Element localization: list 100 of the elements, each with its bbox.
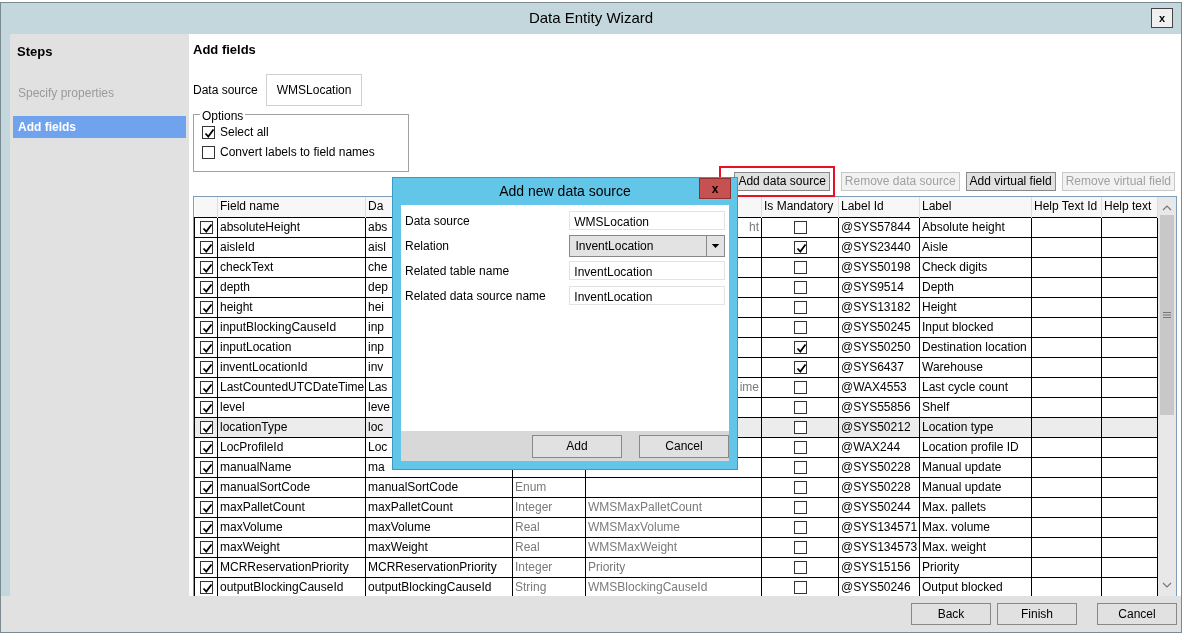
checkbox[interactable]: [793, 340, 807, 354]
checkbox[interactable]: [793, 580, 807, 594]
checkbox[interactable]: [793, 560, 807, 574]
toolbar-button[interactable]: Add virtual field: [965, 171, 1056, 191]
column-header[interactable]: Label: [919, 197, 1032, 217]
checkmark-icon: [201, 422, 213, 434]
table-cell: @SYS55856: [838, 397, 920, 417]
scrollbar[interactable]: [1158, 197, 1176, 596]
checkbox[interactable]: [793, 240, 807, 254]
relation-dropdown[interactable]: InventLocation: [569, 234, 725, 257]
table-cell: aisleId: [217, 237, 366, 257]
table-cell: WMSMaxPalletCount: [585, 497, 762, 517]
dialog-button[interactable]: Add: [532, 434, 622, 458]
scroll-thumb[interactable]: [1160, 215, 1174, 415]
steps-heading: Steps: [16, 43, 54, 61]
scroll-down-icon[interactable]: [1162, 580, 1172, 590]
close-button[interactable]: x: [1151, 8, 1173, 28]
checkbox[interactable]: [793, 380, 807, 394]
checkbox-label: Select all: [220, 124, 269, 141]
data-source-field[interactable]: WMSLocation: [265, 74, 363, 106]
table-cell: height: [217, 297, 366, 317]
table-row[interactable]: maxWeight maxWeight Real WMSMaxWeight @SYS134573 Max. weight: [194, 537, 1158, 557]
checkbox[interactable]: [199, 440, 213, 454]
table-cell: @SYS50245: [838, 317, 920, 337]
checkbox[interactable]: [199, 480, 213, 494]
table-cell: inventLocationId: [217, 357, 366, 377]
checkbox[interactable]: [793, 260, 807, 274]
table-cell: inputLocation: [217, 337, 366, 357]
table-cell: @SYS50244: [838, 497, 920, 517]
table-cell: maxPalletCount: [217, 497, 366, 517]
column-header[interactable]: Help text: [1101, 197, 1158, 217]
toolbar-button[interactable]: Add data source: [734, 171, 830, 191]
checkbox[interactable]: [199, 540, 213, 554]
checkbox[interactable]: [199, 420, 213, 434]
checkbox[interactable]: [793, 520, 807, 534]
checkbox[interactable]: [199, 360, 213, 374]
checkbox[interactable]: [793, 400, 807, 414]
wizard-button[interactable]: Finish: [997, 603, 1077, 625]
column-header[interactable]: Is Mandatory: [761, 197, 839, 217]
checkmark-icon: [201, 522, 213, 534]
checkbox[interactable]: [202, 145, 215, 159]
checkbox[interactable]: [199, 260, 213, 274]
table-cell: Max. weight: [919, 537, 1032, 557]
checkbox[interactable]: [793, 220, 807, 234]
checkbox[interactable]: [793, 420, 807, 434]
table-cell: depth: [217, 277, 366, 297]
checkbox[interactable]: [199, 340, 213, 354]
table-cell: @WAX244: [838, 437, 920, 457]
table-cell: Priority: [585, 557, 762, 577]
checkmark-icon: [201, 302, 213, 314]
checkbox[interactable]: [793, 360, 807, 374]
column-header[interactable]: Help Text Id: [1031, 197, 1102, 217]
checkmark-icon: [201, 282, 213, 294]
table-row[interactable]: MCRReservationPriority MCRReservationPriority Integer Priority @SYS15156 Priority: [194, 557, 1158, 577]
table-row[interactable]: maxPalletCount maxPalletCount Integer WMSMaxPalletCount @SYS50244 Max. pallets: [194, 497, 1158, 517]
checkmark-icon: [201, 442, 213, 454]
table-cell: @SYS9514: [838, 277, 920, 297]
checkbox[interactable]: [793, 280, 807, 294]
text-field[interactable]: InventLocation: [569, 261, 725, 280]
checkbox[interactable]: [199, 240, 213, 254]
column-header[interactable]: Label Id: [838, 197, 920, 217]
table-cell: Aisle: [919, 237, 1032, 257]
wizard-button[interactable]: Cancel: [1097, 603, 1177, 625]
checkbox[interactable]: [199, 220, 213, 234]
checkbox[interactable]: [793, 540, 807, 554]
table-cell: maxVolume: [217, 517, 366, 537]
text-field[interactable]: InventLocation: [569, 286, 725, 305]
checkbox[interactable]: [793, 460, 807, 474]
checkbox[interactable]: [202, 125, 215, 139]
table-row[interactable]: maxVolume maxVolume Real WMSMaxVolume @SYS134571 Max. volume: [194, 517, 1158, 537]
checkbox[interactable]: [199, 300, 213, 314]
checkbox[interactable]: [199, 320, 213, 334]
checkbox[interactable]: [793, 320, 807, 334]
dialog-button[interactable]: Cancel: [639, 434, 729, 458]
table-cell: Max. volume: [919, 517, 1032, 537]
checkbox[interactable]: [793, 440, 807, 454]
checkbox[interactable]: [199, 400, 213, 414]
table-cell: manualSortCode: [217, 477, 366, 497]
dialog-title: Add new data source: [499, 182, 631, 201]
checkbox[interactable]: [199, 580, 213, 594]
table-cell: @SYS134571: [838, 517, 920, 537]
table-row[interactable]: manualSortCode manualSortCode Enum @SYS50228 Manual update: [194, 477, 1158, 497]
table-cell: Real: [512, 537, 586, 557]
column-header[interactable]: Field name: [217, 197, 366, 217]
checkbox[interactable]: [199, 560, 213, 574]
table-cell: maxWeight: [217, 537, 366, 557]
wizard-button[interactable]: Back: [911, 603, 991, 625]
checkbox[interactable]: [793, 300, 807, 314]
checkbox[interactable]: [199, 500, 213, 514]
checkbox-label: Convert labels to field names: [220, 144, 375, 161]
close-button[interactable]: x: [699, 178, 731, 199]
scroll-up-icon[interactable]: [1162, 203, 1172, 213]
table-cell: Location profile ID: [919, 437, 1032, 457]
checkbox[interactable]: [199, 380, 213, 394]
checkbox[interactable]: [199, 520, 213, 534]
checkbox[interactable]: [199, 280, 213, 294]
checkbox[interactable]: [793, 480, 807, 494]
text-field[interactable]: WMSLocation: [569, 211, 725, 230]
checkbox[interactable]: [793, 500, 807, 514]
checkbox[interactable]: [199, 460, 213, 474]
